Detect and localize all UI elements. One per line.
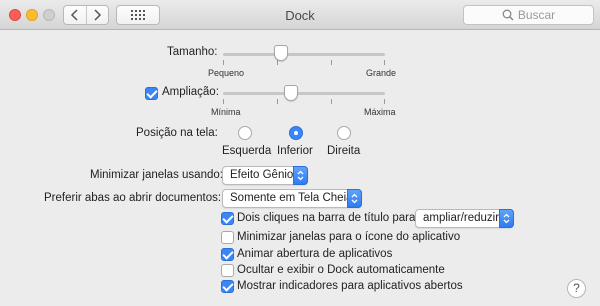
minimize-to-app-icon-label[interactable]: Minimizar janelas para o ícone do aplica… [237, 231, 460, 243]
position-left-label[interactable]: Esquerda [222, 145, 271, 157]
size-slider-track[interactable] [223, 53, 385, 56]
help-button[interactable]: ? [567, 279, 586, 298]
prefer-tabs-popup[interactable]: Somente em Tela Cheia [222, 189, 362, 208]
popup-arrows-icon [499, 209, 514, 228]
magnification-slider-track[interactable] [223, 92, 385, 95]
position-right-label[interactable]: Direita [327, 145, 360, 157]
show-indicators-label[interactable]: Mostrar indicadores para aplicativos abe… [237, 280, 463, 292]
search-placeholder: Buscar [517, 8, 556, 22]
magnification-max-label: Máxima [364, 107, 396, 117]
animate-opening-label[interactable]: Animar abertura de aplicativos [237, 248, 392, 260]
search-icon [502, 9, 514, 21]
minimize-to-app-icon-checkbox[interactable] [221, 231, 234, 244]
magnification-checkbox[interactable] [145, 87, 158, 100]
position-right-radio[interactable] [337, 126, 351, 140]
autohide-dock-label[interactable]: Ocultar e exibir o Dock automaticamente [237, 264, 445, 276]
double-click-title-bar-label[interactable]: Dois cliques na barra de título para [237, 212, 415, 224]
magnification-slider-knob[interactable] [284, 85, 299, 101]
size-max-label: Grande [366, 68, 397, 78]
double-click-action-value: ampliar/reduzir [423, 212, 500, 224]
minimize-effect-label: Minimizar janelas usando: [90, 169, 223, 181]
double-click-action-popup[interactable]: ampliar/reduzir [415, 209, 514, 228]
search-field[interactable]: Buscar [463, 5, 594, 25]
magnification-label: Ampliação: [162, 86, 219, 98]
size-slider-knob[interactable] [274, 45, 289, 61]
double-click-title-bar-checkbox[interactable] [221, 212, 234, 225]
autohide-dock-checkbox[interactable] [221, 264, 234, 277]
popup-arrows-icon [347, 189, 362, 208]
position-label: Posição na tela: [136, 127, 218, 139]
minimize-effect-value: Efeito Gênio [230, 169, 294, 181]
position-bottom-label[interactable]: Inferior [277, 145, 313, 157]
prefer-tabs-label: Preferir abas ao abrir documentos: [44, 192, 222, 204]
size-min-label: Pequeno [208, 68, 245, 78]
show-indicators-checkbox[interactable] [221, 280, 234, 293]
animate-opening-checkbox[interactable] [221, 248, 234, 261]
popup-arrows-icon [293, 166, 308, 185]
position-left-radio[interactable] [238, 126, 252, 140]
position-bottom-radio[interactable] [289, 126, 303, 140]
minimize-effect-popup[interactable]: Efeito Gênio [222, 166, 308, 185]
title-bar: Dock Buscar [0, 0, 600, 30]
size-label: Tamanho: [167, 46, 218, 58]
magnification-min-label: Mínima [211, 107, 241, 117]
prefer-tabs-value: Somente em Tela Cheia [230, 192, 353, 204]
